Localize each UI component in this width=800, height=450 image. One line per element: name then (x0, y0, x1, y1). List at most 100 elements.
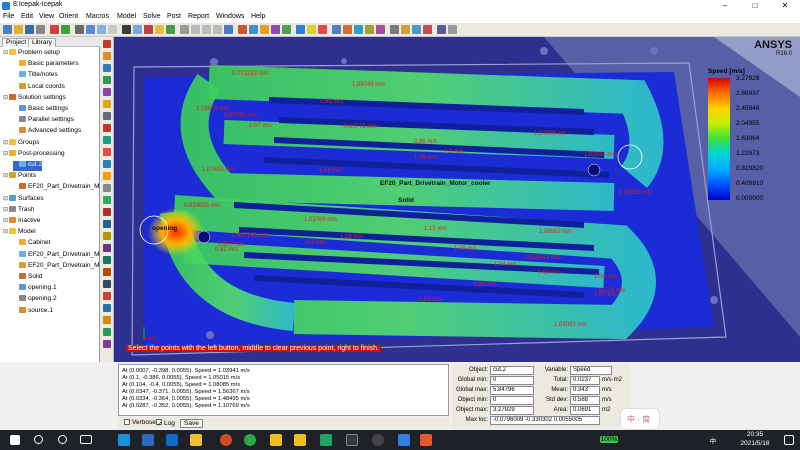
model-tool-icon[interactable] (103, 184, 111, 192)
model-tool-icon[interactable] (103, 172, 111, 180)
icepak-task-icon[interactable] (346, 434, 358, 446)
opening-icon[interactable] (282, 25, 291, 34)
model-tool-icon[interactable] (103, 196, 111, 204)
app-icon-blue[interactable] (398, 434, 410, 446)
model-tool-icon[interactable] (103, 304, 111, 312)
heatsink-icon[interactable] (260, 25, 269, 34)
menu-post[interactable]: Post (167, 13, 181, 20)
task-view-icon[interactable] (80, 435, 92, 444)
save-icon[interactable] (25, 25, 34, 34)
particle-icon[interactable] (365, 25, 374, 34)
vector-icon[interactable] (354, 25, 363, 34)
wireframe-icon[interactable] (122, 25, 131, 34)
tree-item[interactable]: Advanced settings (13, 127, 81, 137)
clock-time[interactable]: 20:35 (735, 431, 775, 438)
menu-windows[interactable]: Windows (216, 13, 244, 20)
model-tool-icon[interactable] (103, 292, 111, 300)
file-explorer-icon[interactable] (190, 434, 202, 446)
menu-help[interactable]: Help (251, 13, 265, 20)
menu-macros[interactable]: Macros (86, 13, 109, 20)
plane-cut-icon[interactable] (332, 25, 341, 34)
contour-icon[interactable] (343, 25, 352, 34)
block-icon[interactable] (238, 25, 247, 34)
ansys-icepak-icon[interactable] (294, 434, 306, 446)
model-tool-icon[interactable] (103, 124, 111, 132)
plot-icon[interactable] (412, 25, 421, 34)
powerpoint-icon[interactable] (220, 434, 232, 446)
model-tool-icon[interactable] (103, 160, 111, 168)
tree-item[interactable]: EF20_Part_Drivetrain_Motor (13, 261, 111, 272)
model-tool-icon[interactable] (103, 136, 111, 144)
word-icon[interactable] (142, 434, 154, 446)
notifications-icon[interactable] (784, 435, 794, 445)
graphics-viewport[interactable]: 0.771213 m/s 1.08049 m/s 1.16079 m/s 0.9779… (114, 37, 800, 362)
camera-icon[interactable] (372, 434, 384, 446)
close-icon[interactable]: ✕ (770, 0, 800, 12)
tree-item[interactable]: ⊟ Points (3, 172, 36, 182)
tree-item[interactable]: Parallel settings (13, 116, 74, 126)
edge-icon[interactable] (118, 434, 130, 446)
redo-icon[interactable] (61, 25, 70, 34)
model-tool-icon[interactable] (103, 148, 111, 156)
model-tool-icon[interactable] (103, 40, 111, 48)
clock-date[interactable]: 2021/5/18 (735, 440, 775, 447)
model-tool-icon[interactable] (103, 232, 111, 240)
plate-icon[interactable] (271, 25, 280, 34)
model-tool-icon[interactable] (103, 328, 111, 336)
grid-icon[interactable] (166, 25, 175, 34)
verbose-checkbox[interactable]: Verbose (124, 419, 156, 426)
tree-item[interactable]: ⊟ Solution settings (3, 93, 66, 104)
menu-file[interactable]: File (3, 13, 14, 20)
tree-item[interactable]: Title/notes (13, 71, 58, 81)
tree-item[interactable]: Local coords (13, 82, 65, 93)
start-icon[interactable] (10, 435, 20, 445)
residual-icon[interactable] (318, 25, 327, 34)
menu-edit[interactable]: Edit (21, 13, 33, 20)
solid-icon[interactable] (133, 25, 142, 34)
tree-item[interactable]: EF20_Part_Drivetrain_Motor (13, 250, 111, 261)
new-project-icon[interactable] (3, 25, 12, 34)
model-tool-icon[interactable] (103, 52, 111, 60)
tree-item[interactable]: opening.2 (13, 295, 57, 305)
light-icon[interactable] (155, 25, 164, 34)
iso-view-icon[interactable] (224, 25, 233, 34)
section-icon[interactable] (144, 25, 153, 34)
tree-item[interactable]: ⊟ Model (3, 228, 36, 238)
model-tool-icon[interactable] (103, 316, 111, 324)
model-tool-icon[interactable] (103, 340, 111, 348)
tree-item[interactable]: EF20_Part_Drivetrain_Motor (13, 183, 111, 193)
xy-view-icon[interactable] (180, 25, 189, 34)
ime-indicator[interactable]: 中 (708, 435, 718, 445)
animation-icon[interactable] (423, 25, 432, 34)
battery-indicator[interactable]: 100% (600, 436, 618, 443)
model-tool-icon[interactable] (103, 88, 111, 96)
tree-item[interactable]: source.1 (13, 306, 53, 317)
tree-item[interactable]: ⊟ Groups (3, 138, 39, 149)
tree-item[interactable]: Cabinet (13, 239, 50, 249)
model-tool-icon[interactable] (103, 112, 111, 120)
fan-icon[interactable] (249, 25, 258, 34)
print-icon[interactable] (36, 25, 45, 34)
tree-item[interactable]: ⊟ Inactive (3, 217, 40, 227)
wechat-icon[interactable] (244, 434, 256, 446)
model-tool-icon[interactable] (103, 268, 111, 276)
y-axis-icon[interactable] (202, 25, 211, 34)
model-tool-icon[interactable] (103, 208, 111, 216)
app-icon-orange[interactable] (420, 434, 432, 446)
point-probe-icon[interactable] (376, 25, 385, 34)
variable-field[interactable]: Speed (570, 366, 612, 375)
mesh-icon[interactable] (296, 25, 305, 34)
tree-item[interactable]: ⊟ Trash (3, 205, 34, 216)
tree-item[interactable]: opening.1 (13, 284, 57, 294)
model-tool-icon[interactable] (103, 220, 111, 228)
search-icon[interactable] (34, 435, 43, 444)
z-axis-icon[interactable] (213, 25, 222, 34)
menu-view[interactable]: View (39, 13, 54, 20)
pan-icon[interactable] (75, 25, 84, 34)
object-field[interactable]: cut.2 (490, 366, 534, 375)
ansys-workbench-icon[interactable] (270, 434, 282, 446)
tab-project[interactable]: Project (2, 38, 31, 47)
x-axis-icon[interactable] (191, 25, 200, 34)
menu-solve[interactable]: Solve (143, 13, 161, 20)
tree-item[interactable]: ⊟ Surfaces (3, 194, 44, 205)
